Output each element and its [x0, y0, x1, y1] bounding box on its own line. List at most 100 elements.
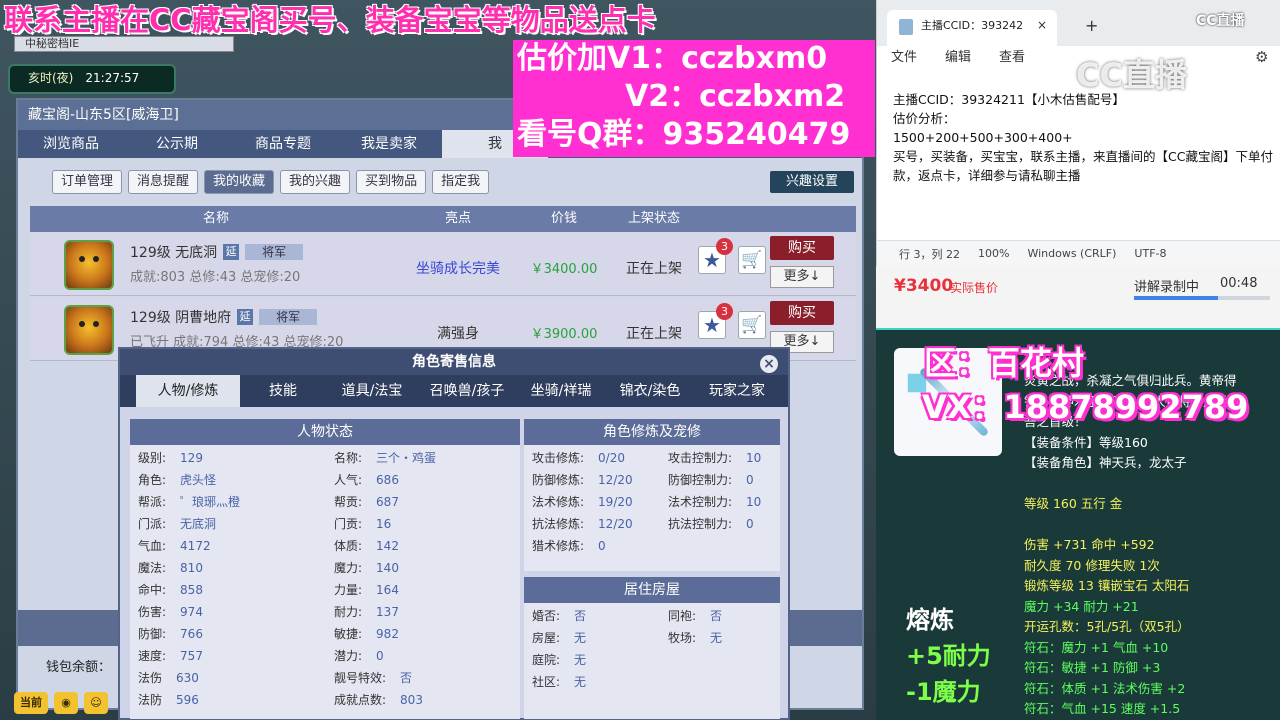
kv-value: 596	[176, 693, 199, 707]
kv-row: 门派: 无底洞	[138, 513, 328, 535]
kv-row: 门贡: 16	[334, 513, 524, 535]
buy-button[interactable]: 购买	[770, 236, 834, 260]
gear-icon[interactable]: ⚙	[1255, 48, 1268, 66]
refine-minus: -1魔力	[906, 678, 981, 706]
text-line: 买号，买装备，买宝宝，联系主播，来直播间的【CC藏宝阁】下单付款，返点卡，详细参…	[893, 149, 1273, 183]
tag-general: 将军	[259, 309, 318, 325]
kv-row: 抗法修炼: 12/20	[532, 513, 668, 535]
row-name: 129级 无底洞延将军	[130, 242, 304, 262]
kv-value: 无	[710, 631, 723, 645]
clock-label: 亥时(夜)	[28, 71, 74, 85]
kv-row: 速度: 757	[138, 645, 328, 667]
kv-key: 伤害:	[138, 605, 167, 619]
desc-line: 等级 160 五行 金	[1024, 496, 1123, 511]
notepad-window: 主播CCID：393242 × + 文件 编辑 查看 ⚙ 主播CCID：3932…	[876, 0, 1280, 266]
kv-value: 810	[180, 561, 203, 575]
menu-file[interactable]: 文件	[891, 46, 917, 70]
subtab-bought[interactable]: 买到物品	[356, 170, 427, 194]
tab-public[interactable]: 公示期	[124, 130, 230, 158]
tab-character[interactable]: 人物/修炼	[136, 375, 240, 407]
kv-key: 攻击控制力:	[668, 451, 733, 465]
kv-key: 社区:	[532, 675, 561, 689]
kv-key: 名称:	[334, 451, 363, 465]
kv-key: 同袍:	[668, 609, 697, 623]
desc-line: 符石：体质 +1 法术伤害 +2	[1024, 680, 1186, 696]
housing-right-column: 同袍: 否牧场: 无	[668, 605, 780, 649]
subtab-assigned[interactable]: 指定我	[432, 170, 490, 194]
kv-value: 974	[180, 605, 203, 619]
kv-key: 气血:	[138, 539, 167, 553]
col-price: 价钱	[550, 211, 577, 226]
buy-button[interactable]: 购买	[770, 301, 834, 325]
recording-progress	[1134, 296, 1270, 300]
refine-plus: +5耐力	[906, 642, 991, 670]
sub-tabs: 订单管理 消息提醒 我的收藏 我的兴趣 买到物品 指定我	[52, 170, 490, 194]
wechat-contact-text: VX：18878992789	[922, 388, 1249, 426]
status-encoding: UTF-8	[1134, 247, 1167, 260]
kv-value: 0	[598, 539, 606, 553]
tab-pets[interactable]: 召唤兽/孩子	[418, 375, 516, 407]
tab-mounts[interactable]: 坐骑/祥瑞	[516, 375, 606, 407]
kv-key: 门派:	[138, 517, 167, 531]
emoji-icon[interactable]: ☺	[84, 692, 108, 714]
kv-value: 12/20	[598, 473, 633, 487]
kv-value: 129	[180, 451, 203, 465]
tab-items[interactable]: 道具/法宝	[326, 375, 418, 407]
kv-value: 0	[746, 473, 754, 487]
cart-icon[interactable]: 🛒	[738, 311, 766, 339]
kv-value: 766	[180, 627, 203, 641]
row-status: 正在上架	[626, 261, 682, 277]
cart-icon[interactable]: 🛒	[738, 246, 766, 274]
notepad-text[interactable]: 主播CCID：39324211【小木估售配号】 估价分析： 1500+200+5…	[893, 90, 1273, 185]
kv-value: 无	[574, 653, 587, 667]
tab-outfits[interactable]: 锦衣/染色	[606, 375, 694, 407]
kv-value: 142	[376, 539, 399, 553]
tab-topics[interactable]: 商品专题	[230, 130, 336, 158]
section-header: 角色修炼及宠修	[524, 419, 780, 445]
kv-key: 法防	[138, 693, 163, 707]
tag-badge: 延	[223, 244, 240, 260]
subtab-interests[interactable]: 我的兴趣	[280, 170, 351, 194]
row-price: ￥3900.00	[530, 327, 598, 342]
cultivation-left-column: 攻击修炼: 0/20 防御修炼: 12/20 法术修炼: 19/20 抗法修炼: 12/20 猎…	[532, 447, 668, 557]
menu-edit[interactable]: 编辑	[945, 46, 971, 70]
kv-key: 防御:	[138, 627, 167, 641]
kv-row: 魔力: 140	[334, 557, 524, 579]
status-left-column: 级别: 129 角色: 虎头怪 帮派: ゜琅琊灬橙 门派: 无底洞 气血: 4172 魔法: 810 命…	[138, 447, 328, 711]
microphone-icon[interactable]: ◉	[54, 692, 78, 714]
kv-row: 力量: 164	[334, 579, 524, 601]
table-header: 名称 亮点 价钱 上架状态	[30, 206, 856, 232]
current-channel-button[interactable]: 当前	[14, 692, 48, 714]
new-tab-icon[interactable]: +	[1085, 16, 1098, 35]
close-icon[interactable]: ×	[760, 355, 778, 373]
server-zone-text: 区：百花村	[924, 344, 1085, 382]
tab-browse[interactable]: 浏览商品	[18, 130, 124, 158]
role-sale-info-dialog: 角色寄售信息 × 人物/修炼 技能 道具/法宝 召唤兽/孩子 坐骑/祥瑞 锦衣/…	[118, 347, 790, 720]
col-status: 上架状态	[627, 211, 680, 226]
desc-line: 伤害 +731 命中 +592	[1024, 537, 1155, 552]
kv-key: 婚否:	[532, 609, 561, 623]
kv-value: 858	[180, 583, 203, 597]
tab-skills[interactable]: 技能	[240, 375, 326, 407]
status-zoom: 100%	[978, 247, 1010, 260]
kv-value: 0	[376, 649, 384, 663]
close-icon[interactable]: ×	[1037, 18, 1047, 32]
more-button[interactable]: 更多↓	[770, 266, 834, 288]
tab-seller[interactable]: 我是卖家	[336, 130, 442, 158]
kv-key: 抗法修炼:	[532, 517, 585, 531]
tab-home[interactable]: 玩家之家	[694, 375, 780, 407]
kv-row: 防御控制力: 0	[668, 469, 780, 491]
kv-row: 庭院: 无	[532, 649, 668, 671]
subtab-orders[interactable]: 订单管理	[52, 170, 123, 194]
notepad-statusbar: 行 3，列 22 100% Windows (CRLF) UTF-8	[877, 240, 1280, 266]
subtab-favorites[interactable]: 我的收藏	[204, 170, 275, 194]
refine-overlay: 熔炼 +5耐力 -1魔力	[906, 602, 991, 710]
tag-badge: 延	[237, 309, 254, 325]
kv-key: 法术修炼:	[532, 495, 585, 509]
recording-label: 讲解录制中	[1134, 280, 1200, 295]
interest-settings-button[interactable]: 兴趣设置	[770, 171, 854, 193]
subtab-messages[interactable]: 消息提醒	[128, 170, 199, 194]
menu-view[interactable]: 查看	[999, 46, 1025, 70]
table-row[interactable]: 129级 无底洞延将军 成就:803 总修:43 总宠修:20 坐骑成长完美 ￥…	[30, 232, 856, 296]
kv-row: 社区: 无	[532, 671, 668, 693]
